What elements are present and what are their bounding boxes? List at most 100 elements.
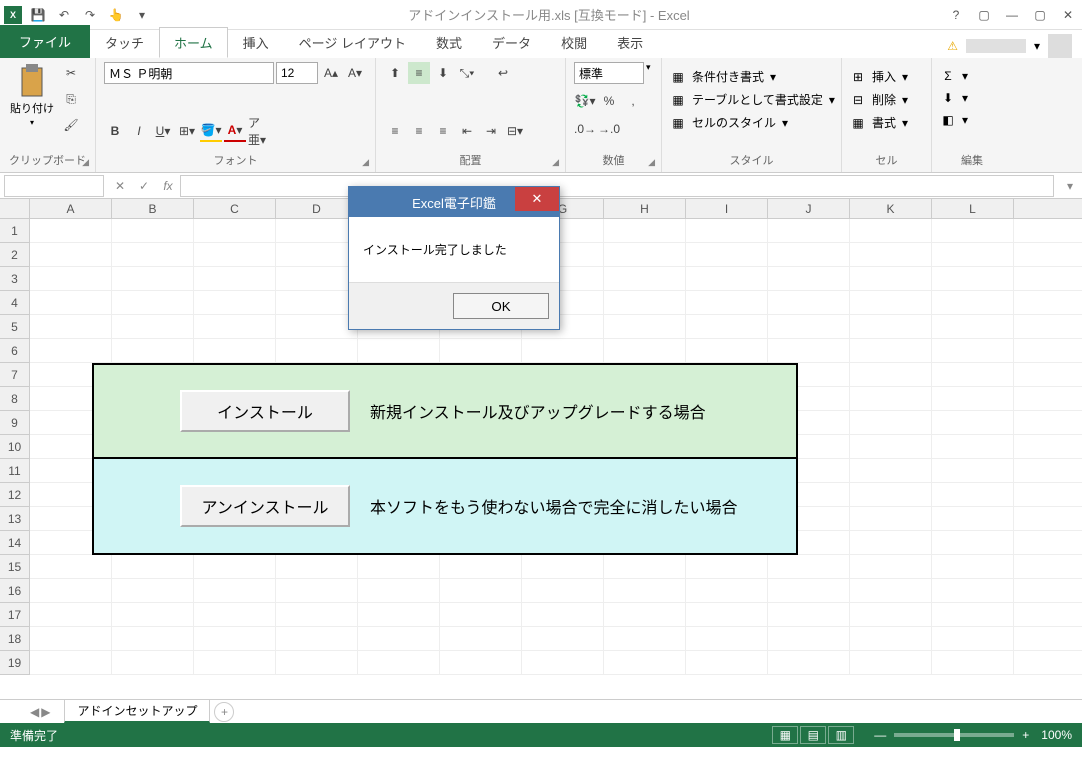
- install-button[interactable]: インストール: [180, 390, 350, 432]
- align-middle-icon[interactable]: ≡: [408, 62, 430, 84]
- conditional-formatting-button[interactable]: ▦条件付き書式 ▾: [670, 66, 776, 87]
- row-header[interactable]: 8: [0, 387, 30, 411]
- row-header[interactable]: 13: [0, 507, 30, 531]
- dialog-ok-button[interactable]: OK: [453, 293, 549, 319]
- format-cells-button[interactable]: ▦書式 ▾: [850, 112, 908, 133]
- font-launcher-icon[interactable]: ◢: [362, 157, 369, 168]
- row-header[interactable]: 7: [0, 363, 30, 387]
- number-format-select[interactable]: [574, 62, 644, 84]
- cell-styles-button[interactable]: ▦セルのスタイル ▾: [670, 112, 788, 133]
- column-header[interactable]: C: [194, 199, 276, 218]
- column-header[interactable]: D: [276, 199, 358, 218]
- user-name-placeholder[interactable]: [966, 39, 1026, 53]
- sheet-nav-prev-icon[interactable]: ◀: [30, 705, 39, 719]
- delete-cells-button[interactable]: ⊟削除 ▾: [850, 89, 908, 110]
- font-name-select[interactable]: [104, 62, 274, 84]
- enter-formula-icon[interactable]: ✓: [132, 179, 156, 193]
- phonetic-button[interactable]: ア亜▾: [248, 120, 270, 142]
- fill-button[interactable]: ⬇▾: [940, 88, 968, 108]
- underline-button[interactable]: U▾: [152, 120, 174, 142]
- tab-view[interactable]: 表示: [602, 27, 658, 58]
- autosum-button[interactable]: Σ▾: [940, 66, 968, 86]
- tab-home[interactable]: ホーム: [159, 27, 228, 58]
- zoom-out-button[interactable]: —: [874, 728, 886, 742]
- decrease-indent-icon[interactable]: ⇤: [456, 120, 478, 142]
- clear-button[interactable]: ◧▾: [940, 110, 968, 130]
- ribbon-options-icon[interactable]: ▢: [974, 5, 994, 25]
- row-header[interactable]: 4: [0, 291, 30, 315]
- row-header[interactable]: 12: [0, 483, 30, 507]
- row-header[interactable]: 16: [0, 579, 30, 603]
- tab-touch[interactable]: タッチ: [90, 27, 159, 58]
- wrap-text-icon[interactable]: ↩: [492, 62, 514, 84]
- row-header[interactable]: 9: [0, 411, 30, 435]
- undo-icon[interactable]: ↶: [54, 5, 74, 25]
- alignment-launcher-icon[interactable]: ◢: [552, 157, 559, 168]
- percent-icon[interactable]: %: [598, 90, 620, 112]
- row-header[interactable]: 19: [0, 651, 30, 675]
- currency-icon[interactable]: 💱▾: [574, 90, 596, 112]
- align-bottom-icon[interactable]: ⬇: [432, 62, 454, 84]
- qat-dropdown-icon[interactable]: ▾: [132, 5, 152, 25]
- column-header[interactable]: B: [112, 199, 194, 218]
- dialog-close-button[interactable]: ✕: [515, 187, 559, 211]
- select-all-corner[interactable]: [0, 199, 30, 218]
- tab-review[interactable]: 校閲: [546, 27, 602, 58]
- decrease-decimal-icon[interactable]: →.0: [598, 118, 620, 140]
- row-header[interactable]: 1: [0, 219, 30, 243]
- tab-file[interactable]: ファイル: [0, 25, 90, 58]
- italic-button[interactable]: I: [128, 120, 150, 142]
- formula-bar[interactable]: [180, 175, 1054, 197]
- increase-font-icon[interactable]: A▴: [320, 62, 342, 84]
- column-header[interactable]: H: [604, 199, 686, 218]
- bold-button[interactable]: B: [104, 120, 126, 142]
- redo-icon[interactable]: ↷: [80, 5, 100, 25]
- tab-insert[interactable]: 挿入: [228, 27, 284, 58]
- orientation-icon[interactable]: ⤡▾: [456, 62, 478, 84]
- column-header[interactable]: K: [850, 199, 932, 218]
- user-dropdown-icon[interactable]: ▾: [1034, 39, 1040, 53]
- name-box[interactable]: [4, 175, 104, 197]
- avatar[interactable]: [1048, 34, 1072, 58]
- row-header[interactable]: 17: [0, 603, 30, 627]
- uninstall-button[interactable]: アンインストール: [180, 485, 350, 527]
- pagelayout-view-icon[interactable]: ▤: [800, 726, 826, 744]
- format-as-table-button[interactable]: ▦テーブルとして書式設定 ▾: [670, 89, 835, 110]
- fx-icon[interactable]: fx: [156, 179, 180, 193]
- clipboard-launcher-icon[interactable]: ◢: [82, 157, 89, 168]
- number-launcher-icon[interactable]: ◢: [648, 157, 655, 168]
- paste-button[interactable]: 貼り付け ▾: [8, 62, 56, 129]
- column-header[interactable]: L: [932, 199, 1014, 218]
- row-header[interactable]: 14: [0, 531, 30, 555]
- save-icon[interactable]: 💾: [28, 5, 48, 25]
- new-sheet-button[interactable]: +: [214, 702, 234, 722]
- comma-icon[interactable]: ,: [622, 90, 644, 112]
- column-header[interactable]: I: [686, 199, 768, 218]
- row-header[interactable]: 11: [0, 459, 30, 483]
- fill-color-button[interactable]: 🪣▾: [200, 120, 222, 142]
- touch-mode-icon[interactable]: 👆: [106, 5, 126, 25]
- align-right-icon[interactable]: ≡: [432, 120, 454, 142]
- expand-formula-icon[interactable]: ▾: [1058, 179, 1082, 193]
- font-color-button[interactable]: A▾: [224, 120, 246, 142]
- align-center-icon[interactable]: ≡: [408, 120, 430, 142]
- decrease-font-icon[interactable]: A▾: [344, 62, 366, 84]
- tab-formulas[interactable]: 数式: [421, 27, 477, 58]
- sheet-tab-active[interactable]: アドインセットアップ: [64, 700, 210, 723]
- maximize-icon[interactable]: ▢: [1030, 5, 1050, 25]
- tab-data[interactable]: データ: [477, 27, 546, 58]
- row-header[interactable]: 2: [0, 243, 30, 267]
- format-painter-icon[interactable]: 🖌: [60, 114, 82, 136]
- align-left-icon[interactable]: ≡: [384, 120, 406, 142]
- row-header[interactable]: 6: [0, 339, 30, 363]
- cut-icon[interactable]: ✂: [60, 62, 82, 84]
- merge-icon[interactable]: ⊟▾: [504, 120, 526, 142]
- zoom-level[interactable]: 100%: [1041, 728, 1072, 742]
- row-header[interactable]: 3: [0, 267, 30, 291]
- border-button[interactable]: ⊞▾: [176, 120, 198, 142]
- column-header[interactable]: J: [768, 199, 850, 218]
- warning-icon[interactable]: ⚠: [947, 39, 958, 53]
- increase-indent-icon[interactable]: ⇥: [480, 120, 502, 142]
- column-header[interactable]: A: [30, 199, 112, 218]
- font-size-select[interactable]: [276, 62, 318, 84]
